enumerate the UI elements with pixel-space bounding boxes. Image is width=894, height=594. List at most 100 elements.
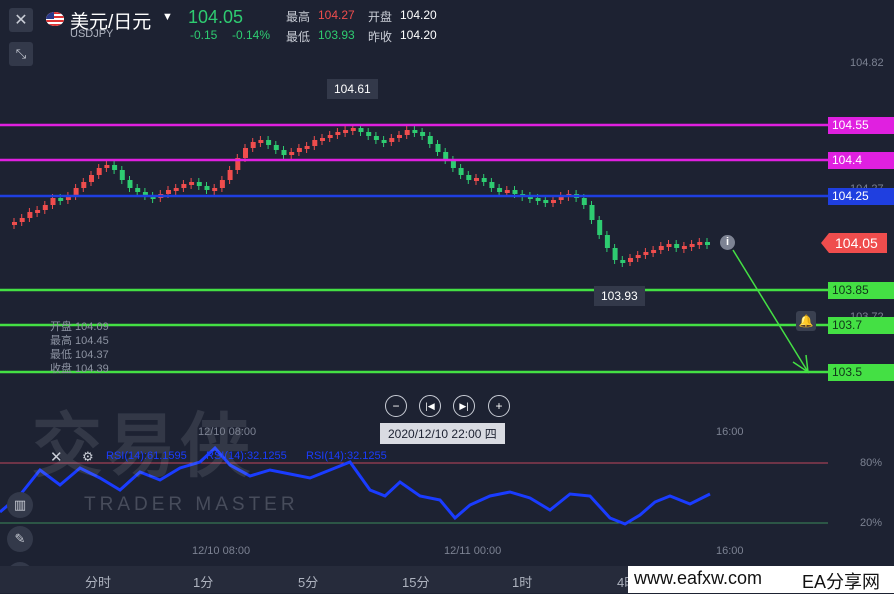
- step-back-button[interactable]: |◀: [419, 395, 441, 417]
- candle-body: [373, 136, 379, 140]
- current-price-tag: 104.05: [821, 233, 887, 253]
- pencil-icon: ✎: [14, 531, 26, 546]
- rsi-time-label: 12/10 08:00: [192, 545, 251, 557]
- peak-label: 104.61: [327, 79, 378, 99]
- candle-body: [489, 182, 495, 188]
- candle-body: [196, 182, 202, 186]
- level-tag-104.4[interactable]: 104.4: [828, 152, 894, 169]
- candle-body: [327, 135, 333, 138]
- rsi-legend-1: RSI(14):61.1595: [106, 450, 187, 462]
- rsi-legend-3: RSI(14):32.1255: [306, 450, 387, 462]
- bell-icon[interactable]: 🔔: [796, 311, 816, 331]
- candle-body: [350, 128, 356, 131]
- info-icon[interactable]: i: [720, 235, 735, 250]
- candle-body: [705, 242, 710, 245]
- candle-body: [481, 178, 487, 182]
- tab-timeshare[interactable]: 分时: [85, 572, 111, 591]
- candle-body: [658, 246, 664, 250]
- candle-body: [643, 252, 649, 255]
- candle-body: [212, 188, 218, 191]
- candle-body: [697, 242, 703, 245]
- zoom-in-button[interactable]: +: [488, 395, 510, 417]
- candle-body: [166, 190, 171, 194]
- candle-body: [628, 258, 633, 262]
- candle-body: [227, 170, 233, 180]
- candle-body: [427, 136, 433, 144]
- tab-1min[interactable]: 1分: [193, 572, 213, 591]
- ohlc-close: 收盘 104.39: [50, 363, 109, 375]
- skip-back-icon: |◀: [425, 400, 435, 411]
- level-tag-104.25[interactable]: 104.25: [828, 188, 894, 205]
- candle-body: [497, 188, 503, 192]
- candle-body: [296, 148, 302, 152]
- candles-icon: ▥: [13, 497, 27, 512]
- candle-body: [504, 190, 510, 193]
- candle-body: [173, 188, 179, 191]
- candle-body: [635, 255, 641, 258]
- ohlc-open: 开盘 104.09: [50, 321, 109, 333]
- candle-body: [581, 198, 587, 205]
- rsi-time-label: 12/11 00:00: [444, 545, 502, 557]
- zoom-out-button[interactable]: −: [385, 395, 407, 417]
- tab-1hour[interactable]: 1时: [512, 572, 532, 591]
- candle-body: [551, 200, 556, 203]
- ohlc-low: 最低 104.37: [50, 349, 109, 361]
- candle-body: [81, 182, 87, 188]
- candle-body: [50, 198, 56, 205]
- ohlc-info: 开盘 104.09 最高 104.45 最低 104.37 收盘 104.39: [50, 320, 109, 376]
- candle-body: [474, 178, 479, 181]
- candle-body: [512, 190, 518, 194]
- tab-5min[interactable]: 5分: [298, 572, 318, 591]
- plus-icon: +: [495, 399, 503, 413]
- close-indicator-icon[interactable]: ✕: [50, 448, 63, 466]
- footer-banner: www.eafxw.com EA分享网: [628, 566, 894, 593]
- rsi-80-label: 80%: [860, 457, 883, 469]
- candle-body: [335, 132, 341, 135]
- level-tag-103.85[interactable]: 103.85: [828, 282, 894, 299]
- candle-body: [404, 130, 410, 135]
- candle-body: [35, 210, 41, 213]
- candle-body: [466, 175, 472, 180]
- candle-body: [119, 170, 125, 180]
- rsi-20-label: 20%: [860, 517, 883, 529]
- candle-body: [674, 244, 680, 248]
- candle-body: [435, 144, 441, 152]
- cursor-date-box: 2020/12/10 22:00 四: [380, 423, 505, 444]
- tab-15min[interactable]: 15分: [402, 572, 429, 591]
- step-forward-button[interactable]: ▶|: [453, 395, 475, 417]
- candle-body: [243, 148, 248, 158]
- candle-body: [12, 222, 17, 225]
- rsi-legend-2: RSI(14):32.1255: [206, 450, 287, 462]
- candle-body: [58, 198, 64, 201]
- time-label: 12/10 08:00: [198, 426, 257, 438]
- settings-icon[interactable]: ⚙: [82, 449, 94, 465]
- minus-icon: −: [392, 399, 400, 413]
- time-label: 16:00: [716, 426, 744, 438]
- candle-body: [281, 150, 287, 155]
- footer-site: www.eafxw.com: [634, 568, 763, 588]
- level-tag-104.55[interactable]: 104.55: [828, 117, 894, 134]
- candle-body: [620, 260, 626, 263]
- rsi-time-label: 16:00: [716, 545, 744, 557]
- ohlc-high: 最高 104.45: [50, 335, 109, 347]
- candle-body: [681, 246, 687, 249]
- candle-body: [343, 130, 349, 133]
- candle-body: [597, 220, 603, 235]
- candle-body: [381, 140, 387, 143]
- candle-body: [458, 168, 464, 175]
- level-tag-103.7[interactable]: 103.7: [828, 317, 894, 334]
- candle-body: [543, 200, 549, 203]
- candle-body: [358, 128, 364, 132]
- candle-body: [135, 188, 141, 192]
- chart-type-button[interactable]: ▥: [7, 492, 33, 518]
- candle-body: [389, 138, 395, 142]
- candle-body: [397, 135, 402, 138]
- trough-label: 103.93: [594, 286, 645, 306]
- candle-body: [412, 130, 418, 133]
- draw-button[interactable]: ✎: [7, 526, 33, 552]
- candle-body: [89, 175, 94, 182]
- candle-body: [535, 198, 541, 201]
- watermark-logo: 交易侠: [32, 407, 254, 485]
- level-tag-103.5[interactable]: 103.5: [828, 364, 894, 381]
- candle-body: [104, 165, 110, 168]
